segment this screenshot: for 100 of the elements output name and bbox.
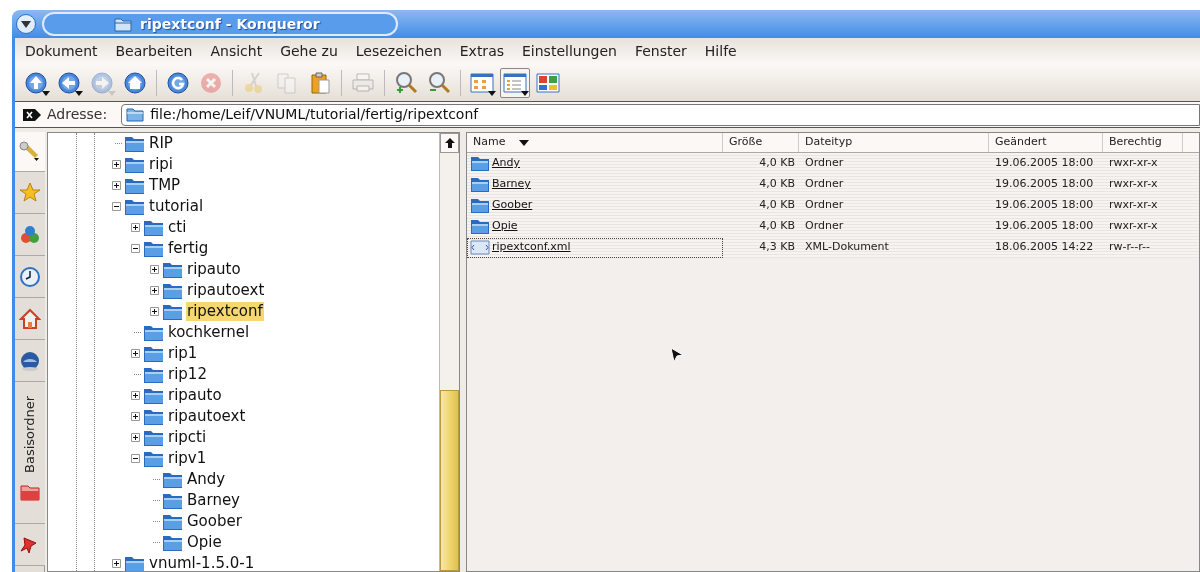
tree-item[interactable]: TMP — [148, 176, 182, 195]
table-cell-text: Ordner — [804, 197, 845, 214]
tree-item[interactable]: fertig — [167, 239, 210, 258]
wrench-icon — [19, 140, 41, 163]
table-cell-text: 4,0 KB — [758, 176, 796, 193]
window-menu-button[interactable] — [16, 14, 36, 34]
collapse-icon[interactable] — [111, 202, 121, 211]
tree-item[interactable]: ripcti — [167, 428, 208, 447]
tree-item[interactable]: rip12 — [167, 365, 208, 384]
menu-item[interactable]: Extras — [459, 40, 504, 62]
star-icon — [19, 181, 41, 204]
caret-icon — [21, 20, 31, 28]
folder-icon — [124, 176, 146, 195]
address-label: Adresse: — [47, 105, 108, 124]
menu-item[interactable]: Dokument — [25, 40, 98, 62]
menu-item[interactable]: Einstellungen — [522, 40, 617, 62]
menu-item[interactable]: Hilfe — [704, 40, 737, 62]
table-cell-text: 18.06.2005 14:22 — [994, 239, 1095, 256]
zoom-in-icon — [394, 70, 418, 95]
table-cell-text: 19.06.2005 18:00 — [994, 197, 1095, 214]
expand-icon[interactable] — [111, 559, 121, 568]
table-cell-text: 19.06.2005 18:00 — [994, 176, 1095, 193]
sidebar-tab[interactable] — [15, 340, 45, 382]
tree-item[interactable]: ripextconf — [186, 302, 264, 321]
tree-item[interactable]: ripautoext — [167, 407, 247, 426]
mouse-cursor-icon — [670, 347, 684, 363]
tree-item[interactable]: ripauto — [186, 260, 242, 279]
tree-item[interactable]: kochkernel — [167, 323, 251, 342]
caret-icon — [521, 90, 529, 96]
collapse-icon[interactable] — [130, 454, 140, 463]
scroll-up-button[interactable] — [440, 133, 459, 153]
scrollbar[interactable] — [439, 133, 459, 571]
tree-item[interactable]: rip1 — [167, 344, 199, 363]
table-cell-text: 19.06.2005 18:00 — [994, 155, 1095, 172]
folder-icon — [143, 449, 165, 468]
file-name-cell[interactable]: Goober — [467, 195, 723, 216]
address-field[interactable]: file:/home/Leif/VNUML/tutorial/fertig/ripextconf — [121, 103, 1200, 126]
menu-item[interactable]: Fenster — [634, 40, 687, 62]
sidebar-tab[interactable] — [15, 214, 45, 256]
folder-icon — [162, 491, 184, 510]
tree-item[interactable]: cti — [167, 218, 188, 237]
tree-item[interactable]: ripautoext — [186, 281, 266, 300]
folder-icon — [470, 155, 490, 172]
column-header[interactable]: Name — [467, 133, 723, 152]
folder-icon — [162, 512, 184, 531]
tree-item[interactable]: Goober — [186, 512, 243, 531]
window-title: ripextconf - Konqueror — [140, 14, 320, 34]
tree-item[interactable]: Andy — [186, 470, 227, 489]
menu-item[interactable]: Ansicht — [210, 40, 263, 62]
table-cell-text: Ordner — [804, 176, 845, 193]
expand-icon[interactable] — [149, 286, 159, 295]
collapse-icon[interactable] — [130, 244, 140, 253]
folder-icon — [162, 302, 184, 321]
scroll-thumb[interactable] — [440, 390, 459, 571]
clipboard-icon — [308, 70, 332, 95]
menu-item[interactable]: Gehe zu — [280, 40, 338, 62]
folder-icon — [143, 365, 165, 384]
table-cell-text: rw-r--r-- — [1108, 239, 1151, 256]
column-header[interactable]: Größe — [723, 133, 799, 152]
sidebar-tab[interactable] — [15, 256, 45, 298]
list-view-button[interactable] — [500, 67, 530, 98]
column-header[interactable]: Geändert — [989, 133, 1103, 152]
file-name-cell[interactable]: Barney — [467, 174, 723, 195]
file-name-cell[interactable]: Opie — [467, 216, 723, 237]
tree-item[interactable]: tutorial — [148, 197, 205, 216]
folder-icon — [126, 107, 145, 122]
expand-icon[interactable] — [149, 307, 159, 316]
stop-icon — [199, 70, 223, 95]
clear-icon[interactable] — [23, 108, 41, 121]
expand-icon[interactable] — [130, 433, 140, 442]
expand-icon[interactable] — [130, 223, 140, 232]
menu-item[interactable]: Bearbeiten — [115, 40, 193, 62]
column-header[interactable]: Dateityp — [799, 133, 989, 152]
column-header[interactable]: Berechtig — [1103, 133, 1183, 152]
expand-icon[interactable] — [149, 265, 159, 274]
expand-icon[interactable] — [111, 181, 121, 190]
tree-item[interactable]: Barney — [186, 491, 241, 510]
tree-item[interactable]: vnuml-1.5.0-1 — [148, 554, 256, 571]
sidebar-tab[interactable]: Basisordner — [15, 382, 45, 524]
expand-icon[interactable] — [130, 349, 140, 358]
tree-item[interactable]: Opie — [186, 533, 223, 552]
tree-item[interactable]: ripv1 — [167, 449, 208, 468]
tree-item[interactable]: ripauto — [167, 386, 223, 405]
home-icon — [123, 70, 147, 95]
menu-item[interactable]: Lesezeichen — [355, 40, 442, 62]
table-cell-text: Ordner — [804, 155, 845, 172]
sidebar-tab[interactable] — [15, 524, 45, 566]
tree-item[interactable]: ripi — [148, 155, 175, 174]
expand-icon[interactable] — [111, 160, 121, 169]
tree-item[interactable]: RIP — [148, 134, 174, 153]
arrow-left-icon — [57, 70, 81, 95]
expand-icon[interactable] — [130, 412, 140, 421]
clock-icon — [19, 265, 41, 288]
expand-icon[interactable] — [130, 391, 140, 400]
table-cell-text: rwxr-xr-x — [1108, 155, 1159, 172]
file-name-cell[interactable]: ripextconf.xml — [467, 237, 723, 258]
cluster-icon — [19, 223, 41, 246]
zoom-out-icon — [427, 70, 451, 95]
file-name-cell[interactable]: Andy — [467, 153, 723, 174]
sidebar-tab[interactable] — [15, 298, 45, 340]
